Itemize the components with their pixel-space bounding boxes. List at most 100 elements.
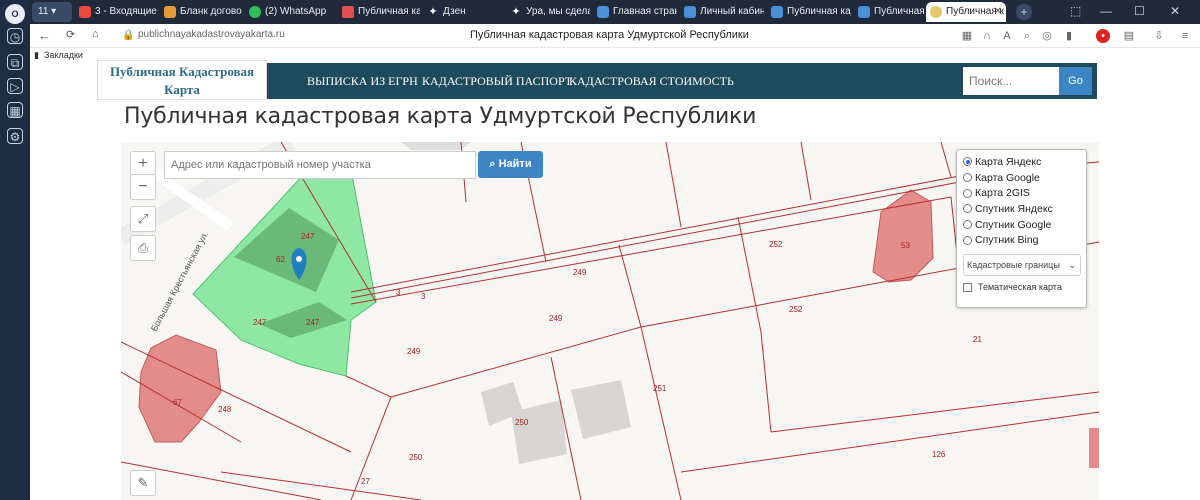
site-navbar: Публичная Кадастровая Карта ВЫПИСКА ИЗ Е… <box>97 60 1097 100</box>
plot-number: 247 <box>306 318 320 327</box>
map-find-button[interactable]: ⌕ Найти <box>478 151 543 178</box>
tab-2[interactable]: Бланк договор <box>160 2 242 22</box>
plot-number: 21 <box>973 335 982 344</box>
minimize-icon[interactable]: — <box>1100 4 1112 18</box>
settings-icon[interactable]: ⚙ <box>7 128 23 144</box>
downloads-icon[interactable]: ⇩ <box>1152 29 1166 43</box>
player-icon[interactable]: ▷ <box>7 78 23 94</box>
new-tab-icon[interactable]: + <box>1016 4 1032 20</box>
page-heading: Публичная кадастровая карта Удмуртской Р… <box>124 104 757 129</box>
dzen-icon: ✦ <box>511 6 521 18</box>
layer-label: Карта Яндекс <box>975 155 1042 168</box>
translate-icon[interactable]: A <box>1000 29 1014 43</box>
page-title-label: Публичная кадастровая карта Удмуртской Р… <box>470 29 749 41</box>
snapshot-icon[interactable]: ⬚ <box>1070 4 1081 18</box>
map-canvas[interactable]: Большая Крестьянская ул. 247 247 3 3 249… <box>121 142 1099 500</box>
speed-dial-button[interactable]: 11 ▾ <box>32 2 72 22</box>
url-field[interactable]: publichnayakadastrovayakarta.ru <box>138 29 285 40</box>
layer-option[interactable]: Спутник Bing <box>963 232 1080 248</box>
building-shape <box>872 189 934 283</box>
zoom-out-button[interactable]: − <box>130 174 156 200</box>
building-number: 27 <box>361 477 370 486</box>
tab-label: Публичная кад <box>787 6 851 17</box>
home-icon[interactable]: ⌂ <box>92 28 99 40</box>
tab-label: Дзен <box>443 6 466 17</box>
tab-label: Публичная кад <box>358 6 420 17</box>
tab-8[interactable]: Личный кабин <box>680 2 764 22</box>
reload-icon[interactable]: ⟳ <box>66 28 75 41</box>
layer-label: Спутник Bing <box>975 234 1039 247</box>
chevron-down-icon: ⌄ <box>1068 260 1076 271</box>
layer-option[interactable]: Карта Google <box>963 170 1080 186</box>
close-window-icon[interactable]: ✕ <box>1170 4 1180 18</box>
tab-3[interactable]: (2) WhatsApp <box>245 2 335 22</box>
tab-5[interactable]: ✦ Дзен <box>423 2 503 22</box>
cadastral-map[interactable]: Большая Крестьянская ул. 247 247 3 3 249… <box>121 142 1099 500</box>
speed-dial-icon[interactable]: ▦ <box>7 102 23 118</box>
tab-label: 3 - Входящие - <box>95 6 157 17</box>
browser-sidebar: O ◷ ⧉ ▷ ▦ ⚙ <box>0 0 30 500</box>
radio-icon[interactable] <box>963 188 972 198</box>
nav-egrn-extract[interactable]: ВЫПИСКА ИЗ ЕГРН <box>307 74 418 89</box>
site-brand[interactable]: Публичная Кадастровая Карта <box>97 60 267 100</box>
layer-label: Карта Google <box>975 171 1040 184</box>
layer-option[interactable]: Карта Яндекс <box>963 154 1080 170</box>
plot-number: 126 <box>932 450 946 459</box>
radio-icon[interactable] <box>963 220 972 230</box>
plot-number: 249 <box>549 314 563 323</box>
plot-number: 3 <box>421 292 426 301</box>
whatsapp-icon <box>249 6 261 18</box>
tab-9[interactable]: Публичная кад <box>767 2 851 22</box>
site-search-button[interactable]: Go <box>1059 67 1092 95</box>
site-search-input[interactable] <box>963 67 1059 95</box>
camera-icon[interactable]: ◎ <box>1040 29 1054 43</box>
layer-option[interactable]: Спутник Яндекс <box>963 201 1080 217</box>
close-tab-icon[interactable]: ✕ <box>994 2 1002 22</box>
radio-icon[interactable] <box>963 235 972 245</box>
boundaries-select[interactable]: Кадастровые границы ⌄ <box>963 254 1081 277</box>
tab-11-active[interactable]: Публичная к ✕ <box>926 2 1006 22</box>
layer-option[interactable]: Карта 2GIS <box>963 185 1080 201</box>
plot-number: 250 <box>515 418 529 427</box>
tab-7[interactable]: Главная стран <box>593 2 677 22</box>
thematic-map-toggle[interactable]: Тематическая карта <box>963 282 1080 292</box>
plot-number: 247 <box>253 318 267 327</box>
plot-number: 248 <box>218 405 232 414</box>
back-icon[interactable]: ← <box>38 28 51 43</box>
radio-icon[interactable] <box>963 173 972 183</box>
checkbox-icon[interactable] <box>963 282 972 292</box>
tab-1[interactable]: 3 - Входящие - <box>75 2 157 22</box>
zoom-icon[interactable]: ⌕ <box>1020 29 1034 43</box>
opera-logo-icon[interactable]: O <box>5 4 25 24</box>
radio-icon[interactable] <box>963 157 972 167</box>
radio-icon[interactable] <box>963 204 972 214</box>
tab-6[interactable]: ✦ Ура, мы сделал <box>506 2 590 22</box>
history-icon[interactable]: ◷ <box>7 28 23 44</box>
vpn-icon[interactable]: • <box>1096 29 1110 43</box>
site-icon <box>684 6 696 18</box>
bookmark-icon[interactable]: ▮ <box>1062 29 1076 43</box>
print-icon[interactable]: ⎙ <box>130 235 156 261</box>
map-search-input[interactable] <box>164 151 476 179</box>
fullscreen-icon[interactable]: ⤢ <box>130 206 156 232</box>
wallet-icon[interactable]: ▤ <box>1122 29 1136 43</box>
nav-cadastral-passport[interactable]: КАДАСТРОВЫЙ ПАСПОРТ <box>422 74 572 89</box>
ruler-icon[interactable]: ✎ <box>130 470 156 496</box>
nav-cadastral-value[interactable]: КАДАСТРОВАЯ СТОИМОСТЬ <box>569 74 734 89</box>
plot-number: 3 <box>396 288 401 297</box>
apps-icon[interactable]: ▦ <box>960 29 974 43</box>
headphones-icon[interactable]: ∩ <box>980 29 994 43</box>
layer-option[interactable]: Спутник Google <box>963 217 1080 233</box>
plot-number: 250 <box>409 453 423 462</box>
bookmarks-folder[interactable]: Закладки <box>44 50 83 60</box>
extensions-icon[interactable]: ⧉ <box>7 54 23 70</box>
boundaries-select-value: Кадастровые границы <box>967 260 1060 271</box>
tab-4[interactable]: Публичная кад <box>338 2 420 22</box>
maximize-icon[interactable]: ☐ <box>1134 4 1145 18</box>
menu-icon[interactable]: ≡ <box>1178 29 1192 43</box>
thematic-label: Тематическая карта <box>978 282 1062 293</box>
map-icon <box>342 6 354 18</box>
address-bar: ← ⟳ ⌂ 🔒 publichnayakadastrovayakarta.ru … <box>30 24 1200 48</box>
gmail-icon <box>79 6 91 18</box>
building-number: 67 <box>173 398 182 407</box>
